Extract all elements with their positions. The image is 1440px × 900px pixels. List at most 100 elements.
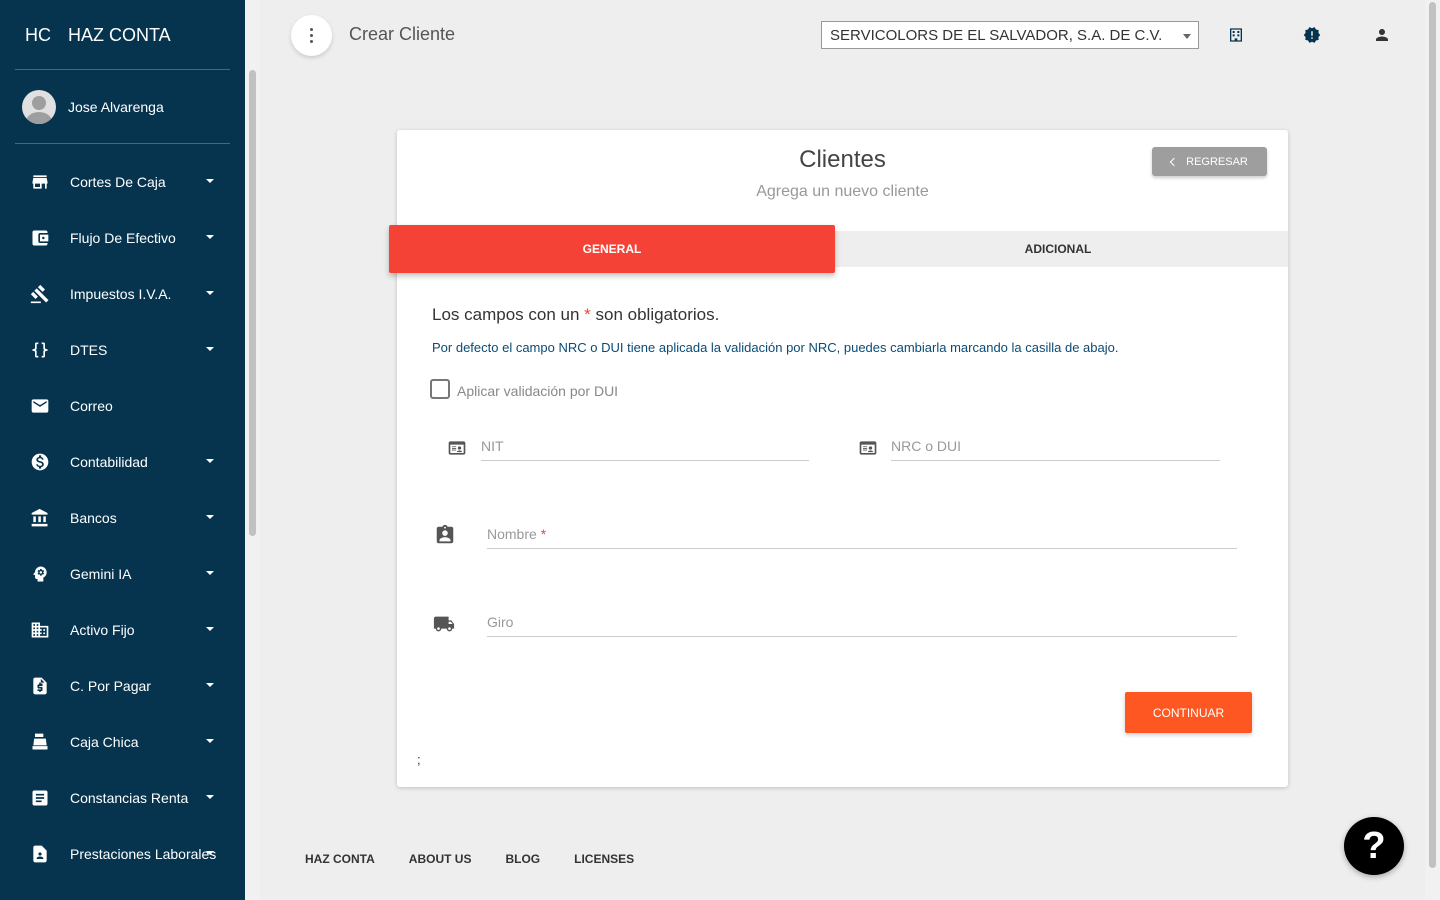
- sidebar-item-c-por-pagar[interactable]: C. Por Pagar: [0, 658, 245, 714]
- id-card-icon: [857, 437, 879, 459]
- menu-toggle-button[interactable]: [291, 15, 332, 56]
- caret-down-icon: [206, 851, 214, 855]
- page-title: Crear Cliente: [349, 24, 456, 44]
- sidebar-item-label: DTES: [70, 342, 108, 358]
- page-scrollbar[interactable]: [1425, 0, 1440, 900]
- sidebar-item-label: Flujo De Efectivo: [70, 230, 176, 246]
- sidebar-item-label: C. Por Pagar: [70, 678, 151, 694]
- dropdown-arrow-icon: [1183, 34, 1191, 39]
- brand-mini-logo: HC: [25, 24, 51, 45]
- nit-label: NIT: [481, 438, 504, 454]
- wallet-icon: [30, 228, 50, 248]
- gavel-icon: [30, 284, 50, 304]
- tab-adicional[interactable]: ADICIONAL: [835, 231, 1281, 267]
- bank-icon: [30, 508, 50, 528]
- cash-register-icon: [30, 732, 50, 752]
- store-icon: [30, 172, 50, 192]
- invoice-icon: [30, 676, 50, 696]
- footer-link-haz-conta[interactable]: HAZ CONTA: [305, 852, 375, 866]
- nrc-dui-input[interactable]: NRC o DUI: [891, 431, 1220, 461]
- sidebar-item-caja-chica[interactable]: Caja Chica: [0, 714, 245, 770]
- divider: [15, 143, 230, 144]
- help-icon: ?: [1362, 824, 1386, 867]
- dui-validation-checkbox[interactable]: [430, 379, 450, 399]
- help-button[interactable]: ?: [1344, 817, 1404, 875]
- caret-down-icon: [206, 459, 214, 463]
- footer-nav: HAZ CONTA ABOUT US BLOG LICENSES: [305, 852, 634, 866]
- alert-badge-icon[interactable]: [1302, 25, 1322, 45]
- truck-icon: [433, 613, 455, 635]
- nombre-label-text: Nombre: [487, 526, 537, 542]
- back-button-label: REGRESAR: [1186, 155, 1248, 168]
- required-star: *: [540, 526, 547, 542]
- sidebar-item-dtes[interactable]: DTES: [0, 322, 245, 378]
- dui-validation-label[interactable]: Aplicar validación por DUI: [457, 383, 618, 399]
- avatar: [22, 90, 56, 124]
- sidebar-item-contabilidad[interactable]: Contabilidad: [0, 434, 245, 490]
- sidebar-item-label: Caja Chica: [70, 734, 139, 750]
- sidebar-item-prestaciones-laborales[interactable]: Prestaciones Laborales: [0, 826, 245, 882]
- sidebar-item-impuestos-iva[interactable]: Impuestos I.V.A.: [0, 266, 245, 322]
- required-fields-note: Los campos con un * son obligatorios.: [432, 305, 719, 325]
- id-card-icon: [446, 437, 468, 459]
- user-name: Jose Alvarenga: [68, 99, 164, 115]
- tab-label: GENERAL: [582, 242, 642, 256]
- sidebar-item-constancias-renta[interactable]: Constancias Renta: [0, 770, 245, 826]
- user-profile[interactable]: Jose Alvarenga: [22, 90, 164, 124]
- caret-down-icon: [206, 683, 214, 687]
- contact-clipboard-icon: [434, 524, 456, 546]
- sidebar-item-label: Gemini IA: [70, 566, 132, 582]
- card-subtitle: Agrega un nuevo cliente: [756, 183, 929, 200]
- company-building-icon[interactable]: [1226, 25, 1246, 45]
- brand-name: HAZ CONTA: [68, 24, 171, 45]
- building-icon: [30, 620, 50, 640]
- tab-label: ADICIONAL: [1024, 242, 1092, 256]
- sidebar-item-label: Constancias Renta: [70, 790, 189, 806]
- sidebar-item-label: Correo: [70, 398, 113, 414]
- brand[interactable]: HC HAZ CONTA: [0, 0, 245, 70]
- sidebar-nav: Cortes De Caja Flujo De Efectivo Impuest…: [0, 154, 245, 882]
- sidebar-item-bancos[interactable]: Bancos: [0, 490, 245, 546]
- caret-down-icon: [206, 235, 214, 239]
- dollar-circle-icon: [30, 452, 50, 472]
- footer-link-blog[interactable]: BLOG: [505, 852, 540, 866]
- nrc-dui-label: NRC o DUI: [891, 438, 962, 454]
- note-text: son obligatorios.: [595, 305, 720, 324]
- tab-general[interactable]: GENERAL: [389, 225, 835, 273]
- scrollbar-thumb[interactable]: [1429, 2, 1436, 868]
- continue-button-label: CONTINUAR: [1152, 705, 1225, 720]
- mail-icon: [30, 396, 50, 416]
- more-vert-icon: [310, 28, 313, 31]
- sidebar-item-cortes-de-caja[interactable]: Cortes De Caja: [0, 154, 245, 210]
- footer-link-about-us[interactable]: ABOUT US: [409, 852, 472, 866]
- company-select[interactable]: SERVICOLORS DE EL SALVADOR, S.A. DE C.V.: [821, 21, 1199, 49]
- caret-down-icon: [206, 515, 214, 519]
- sidebar-item-activo-fijo[interactable]: Activo Fijo: [0, 602, 245, 658]
- sidebar-item-label: Cortes De Caja: [70, 174, 166, 190]
- sidebar-item-flujo-de-efectivo[interactable]: Flujo De Efectivo: [0, 210, 245, 266]
- sidebar-item-correo[interactable]: Correo: [0, 378, 245, 434]
- client-form-card: Clientes Agrega un nuevo cliente REGRESA…: [389, 130, 1288, 787]
- scrollbar-thumb[interactable]: [249, 70, 256, 536]
- nit-input[interactable]: NIT: [481, 431, 809, 461]
- stray-text: ;: [417, 752, 421, 767]
- badge-icon: [30, 844, 50, 864]
- caret-down-icon: [206, 571, 214, 575]
- sidebar-item-label: Contabilidad: [70, 454, 148, 470]
- sidebar-scrollbar[interactable]: [245, 0, 260, 900]
- continue-button[interactable]: CONTINUAR: [1125, 692, 1252, 733]
- caret-down-icon: [206, 347, 214, 351]
- footer-link-licenses[interactable]: LICENSES: [574, 852, 634, 866]
- back-button[interactable]: REGRESAR: [1152, 147, 1267, 176]
- sidebar: HC HAZ CONTA Jose Alvarenga Cortes De Ca…: [0, 0, 260, 900]
- sidebar-item-gemini-ia[interactable]: Gemini IA: [0, 546, 245, 602]
- sidebar-item-label: Prestaciones Laborales: [70, 846, 217, 862]
- sidebar-item-label: Impuestos I.V.A.: [70, 286, 172, 302]
- giro-input[interactable]: Giro: [487, 607, 1237, 637]
- brain-head-icon: [30, 564, 50, 584]
- account-icon[interactable]: [1372, 25, 1392, 45]
- nombre-input[interactable]: Nombre *: [487, 519, 1237, 549]
- note-text: Los campos con un: [432, 305, 580, 324]
- validation-info-note: Por defecto el campo NRC o DUI tiene apl…: [432, 340, 1119, 355]
- chevron-left-icon: [1169, 157, 1179, 166]
